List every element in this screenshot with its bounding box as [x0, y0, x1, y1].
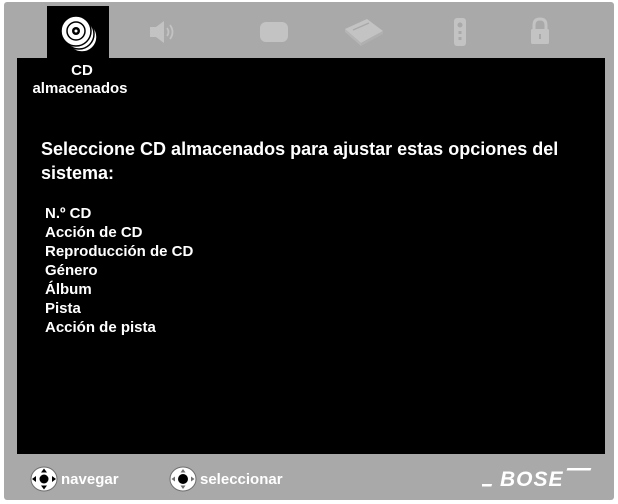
- menu-title-line1: CD: [71, 62, 93, 79]
- display-icon: [260, 22, 288, 42]
- option-cd-action[interactable]: Acción de CD: [45, 223, 193, 242]
- select-hint: seleccionar: [169, 466, 283, 492]
- stored-cds-icon: [60, 15, 98, 53]
- navigate-label: navegar: [61, 470, 119, 488]
- bose-logo: BOSE: [482, 468, 592, 490]
- navigate-pad-icon: [30, 466, 58, 492]
- option-album[interactable]: Álbum: [45, 280, 193, 299]
- tab-audio[interactable]: [130, 6, 192, 58]
- tab-remote[interactable]: [429, 6, 491, 58]
- tab-video[interactable]: [243, 6, 305, 58]
- brand-wordmark: BOSE: [500, 468, 564, 490]
- tab-source[interactable]: [333, 6, 395, 58]
- menu-title: CD almacenados: [17, 62, 147, 98]
- remote-control-icon: [454, 18, 466, 46]
- option-genre[interactable]: Género: [45, 261, 193, 280]
- option-track[interactable]: Pista: [45, 299, 193, 318]
- option-track-action[interactable]: Acción de pista: [45, 318, 193, 337]
- device-frame: CD almacenados Seleccione CD almacenados…: [4, 2, 614, 500]
- navigate-hint: navegar: [30, 466, 119, 492]
- instruction-text: Seleccione CD almacenados para ajustar e…: [41, 139, 559, 183]
- menu-icon-bar: [4, 2, 614, 60]
- menu-screen: CD almacenados Seleccione CD almacenados…: [17, 58, 605, 454]
- lock-icon: [531, 17, 549, 44]
- disc-drive-icon: [345, 19, 383, 46]
- select-label: seleccionar: [200, 470, 283, 488]
- options-list: N.º CD Acción de CD Reproducción de CD G…: [45, 204, 193, 337]
- tab-lock[interactable]: [509, 6, 571, 58]
- menu-title-line2: almacenados: [32, 80, 128, 97]
- tab-stored-cds[interactable]: [47, 6, 109, 60]
- select-pad-icon: [169, 466, 197, 492]
- speaker-icon: [150, 21, 174, 43]
- footer-bar: navegar seleccionar BOSE: [4, 454, 614, 500]
- option-cd-number[interactable]: N.º CD: [45, 204, 193, 223]
- option-cd-playback[interactable]: Reproducción de CD: [45, 242, 193, 261]
